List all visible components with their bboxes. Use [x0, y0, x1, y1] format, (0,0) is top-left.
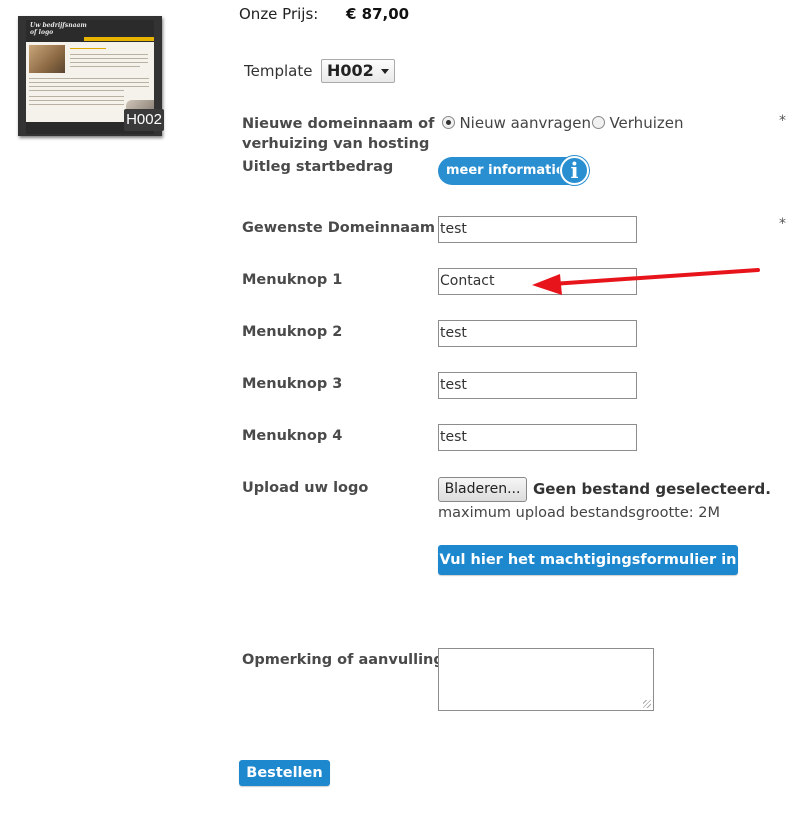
- thumbnail-text-line: [70, 62, 148, 63]
- required-mark: *: [779, 113, 786, 129]
- template-label: Template: [244, 62, 313, 80]
- red-arrow-annotation: [532, 268, 760, 295]
- thumbnail-text-line: [70, 54, 148, 55]
- domain-option-label: Nieuwe domeinnaam of verhuizing van host…: [242, 114, 434, 154]
- template-select-value: H002: [327, 61, 374, 80]
- thumbnail-logo-line-1: Uw bedrijfsnaam: [30, 22, 87, 29]
- thumbnail-photo: [29, 45, 65, 73]
- more-info-button[interactable]: meer informatie i: [438, 156, 589, 186]
- thumbnail-text-line: [29, 82, 149, 83]
- remark-textarea[interactable]: [438, 648, 654, 711]
- thumbnail-logo-text: Uw bedrijfsnaam of logo: [30, 22, 87, 36]
- authorization-form-button[interactable]: Vul hier het machtigingsformulier in: [438, 545, 738, 575]
- browse-button[interactable]: Bladeren...: [438, 477, 527, 502]
- menu-button-4-input[interactable]: test: [438, 424, 637, 451]
- thumbnail-heading-line: [70, 48, 106, 49]
- radio-transfer-label: Verhuizen: [609, 114, 684, 132]
- domain-option-label-line-2: verhuizing van hosting: [242, 136, 430, 152]
- template-thumbnail[interactable]: Uw bedrijfsnaam of logo H002: [18, 16, 164, 136]
- file-status: Geen bestand geselecteerd.: [533, 480, 771, 498]
- menu-button-2-input[interactable]: test: [438, 320, 637, 347]
- menu-button-2-label: Menuknop 2: [242, 324, 343, 340]
- radio-new-domain[interactable]: Nieuw aanvragen: [442, 114, 591, 132]
- resize-grip-icon[interactable]: [643, 700, 651, 708]
- upload-logo-label: Upload uw logo: [242, 480, 369, 496]
- domain-name-input[interactable]: test: [438, 216, 637, 243]
- thumbnail-logo-line-2: of logo: [30, 29, 54, 36]
- menu-button-3-label: Menuknop 3: [242, 376, 343, 392]
- thumbnail-text-line: [70, 58, 148, 59]
- thumbnail-text-line: [29, 86, 149, 87]
- info-icon: i: [560, 156, 589, 185]
- thumbnail-text-line: [29, 78, 149, 79]
- radio-new-domain-label: Nieuw aanvragen: [459, 114, 591, 132]
- domain-name-label: Gewenste Domeinnaam: [242, 220, 435, 236]
- radio-transfer-hosting[interactable]: Verhuizen: [592, 114, 683, 132]
- template-badge: H002: [124, 109, 164, 131]
- chevron-down-icon: [381, 69, 389, 74]
- menu-button-4-label: Menuknop 4: [242, 428, 343, 444]
- menu-button-3-input[interactable]: test: [438, 372, 637, 399]
- max-upload-size: maximum upload bestandsgrootte: 2M: [438, 505, 720, 521]
- radio-button[interactable]: [592, 116, 605, 129]
- required-mark: *: [779, 216, 786, 232]
- thumbnail-text-line: [29, 104, 124, 105]
- menu-button-1-label: Menuknop 1: [242, 272, 343, 288]
- more-info-label: meer informatie: [438, 157, 578, 185]
- radio-button-selected[interactable]: [442, 116, 455, 129]
- thumbnail-text-line: [70, 66, 140, 67]
- template-select[interactable]: H002: [321, 59, 395, 83]
- domain-option-label-line-1: Nieuwe domeinnaam of: [242, 116, 435, 132]
- price-value: € 87,00: [346, 5, 410, 23]
- thumbnail-text-line: [29, 90, 124, 91]
- remark-label: Opmerking of aanvulling: [242, 652, 444, 668]
- order-button[interactable]: Bestellen: [239, 760, 330, 786]
- thumbnail-text-line: [29, 100, 124, 101]
- price-label: Onze Prijs:: [239, 5, 319, 23]
- thumbnail-text-line: [29, 96, 124, 97]
- thumbnail-nav-bar: [84, 37, 154, 41]
- startbedrag-label: Uitleg startbedrag: [242, 159, 394, 175]
